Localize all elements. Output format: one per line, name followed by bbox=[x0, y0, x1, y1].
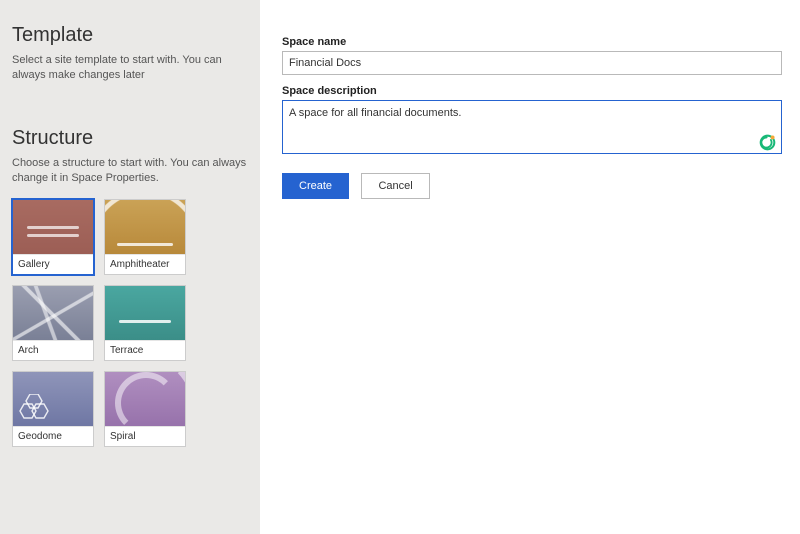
main-form: Space name Space description Create Canc… bbox=[260, 0, 800, 534]
structure-card-label: Arch bbox=[13, 340, 93, 360]
structure-card-label: Spiral bbox=[105, 426, 185, 446]
space-description-label: Space description bbox=[282, 85, 782, 97]
amphitheater-thumb bbox=[105, 200, 185, 254]
space-name-field: Space name bbox=[282, 36, 782, 75]
structure-section: Structure Choose a structure to start wi… bbox=[12, 127, 248, 448]
terrace-thumb bbox=[105, 286, 185, 340]
gallery-thumb bbox=[13, 200, 93, 254]
button-row: Create Cancel bbox=[282, 173, 782, 199]
template-subtext: Select a site template to start with. Yo… bbox=[12, 53, 248, 83]
spiral-thumb bbox=[105, 372, 185, 426]
structure-card-gallery[interactable]: Gallery bbox=[12, 199, 94, 275]
space-description-input[interactable] bbox=[282, 100, 782, 154]
structure-card-spiral[interactable]: Spiral bbox=[104, 371, 186, 447]
geodome-thumb bbox=[13, 372, 93, 426]
structure-subtext: Choose a structure to start with. You ca… bbox=[12, 156, 248, 186]
create-button[interactable]: Create bbox=[282, 173, 349, 199]
structure-card-arch[interactable]: Arch bbox=[12, 285, 94, 361]
structure-card-label: Terrace bbox=[105, 340, 185, 360]
arch-thumb bbox=[13, 286, 93, 340]
structure-card-label: Gallery bbox=[13, 254, 93, 274]
space-name-input[interactable] bbox=[282, 51, 782, 75]
structure-grid: Gallery Amphitheater Arch Terrace bbox=[12, 199, 248, 447]
sidebar: Template Select a site template to start… bbox=[0, 0, 260, 534]
structure-card-label: Amphitheater bbox=[105, 254, 185, 274]
space-name-label: Space name bbox=[282, 36, 782, 48]
template-section: Template Select a site template to start… bbox=[12, 24, 248, 83]
grammarly-icon[interactable] bbox=[759, 134, 776, 151]
structure-card-geodome[interactable]: Geodome bbox=[12, 371, 94, 447]
structure-card-amphitheater[interactable]: Amphitheater bbox=[104, 199, 186, 275]
cancel-button[interactable]: Cancel bbox=[361, 173, 429, 199]
template-heading: Template bbox=[12, 24, 248, 47]
space-description-field: Space description bbox=[282, 85, 782, 159]
structure-card-label: Geodome bbox=[13, 426, 93, 446]
structure-heading: Structure bbox=[12, 127, 248, 150]
structure-card-terrace[interactable]: Terrace bbox=[104, 285, 186, 361]
